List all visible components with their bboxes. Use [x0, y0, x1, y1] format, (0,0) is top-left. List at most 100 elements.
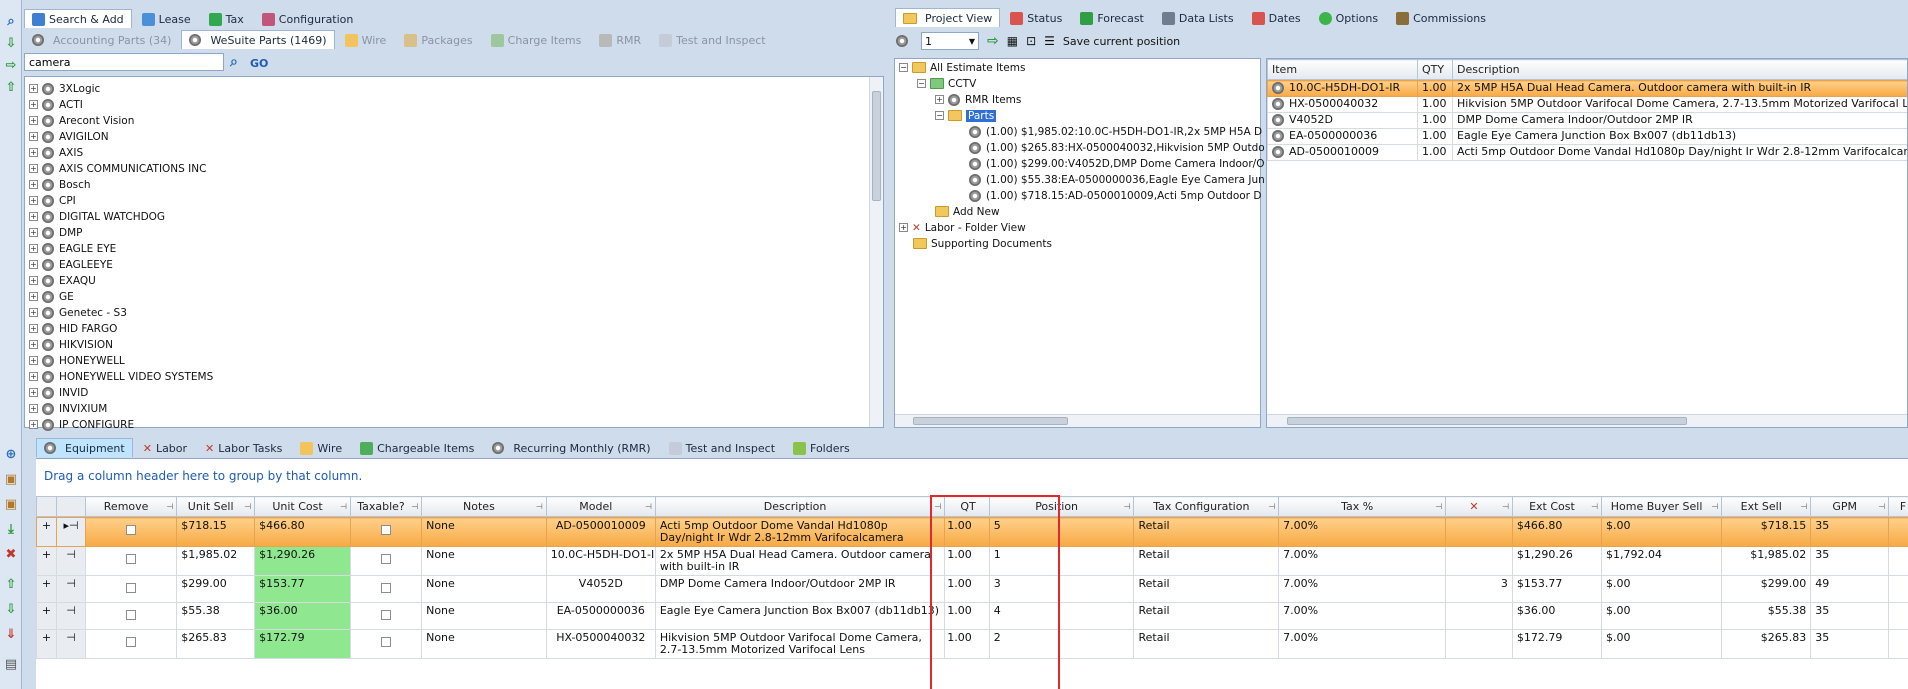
- expand-icon[interactable]: +: [29, 132, 38, 141]
- expand-icon[interactable]: +: [29, 340, 38, 349]
- pin-icon[interactable]: ⊣: [1878, 502, 1885, 511]
- col-tax-percent[interactable]: Tax % ⊣: [1278, 496, 1447, 517]
- taxable-checkbox[interactable]: [380, 554, 391, 564]
- tab-configuration[interactable]: Configuration: [254, 9, 362, 28]
- col-gpm[interactable]: GPM ⊣: [1810, 496, 1890, 517]
- tree-node-add-new[interactable]: Add New: [935, 205, 1000, 218]
- row-pin-icon[interactable]: ⊣: [56, 546, 86, 576]
- tab-test-inspect-bottom[interactable]: Test and Inspect: [661, 438, 783, 457]
- arrow-right-icon[interactable]: ⇨: [2, 56, 20, 74]
- search-icon[interactable]: ⌕: [230, 54, 238, 70]
- expand-icon[interactable]: +: [29, 180, 38, 189]
- go-arrow-icon[interactable]: ⇨: [987, 33, 999, 49]
- tab-chargeable-items[interactable]: Chargeable Items: [352, 438, 482, 457]
- tree-part-item[interactable]: (1.00) $55.38:EA-0500000036,Eagle Eye Ca…: [969, 173, 1265, 186]
- search-icon[interactable]: ⌕: [2, 12, 20, 30]
- grid-view-icon[interactable]: ▦: [1007, 34, 1018, 48]
- col-remove[interactable]: Remove ⊣: [84, 496, 178, 517]
- manufacturer-item[interactable]: + CPI: [29, 194, 76, 207]
- pin-icon[interactable]: ⊣: [1591, 502, 1598, 511]
- parts-search-input[interactable]: [24, 53, 224, 71]
- move-up-icon[interactable]: ⇧: [2, 575, 20, 593]
- pin-icon[interactable]: ⊣: [1800, 502, 1807, 511]
- go-button[interactable]: GO: [250, 57, 268, 70]
- expand-icon[interactable]: +: [29, 324, 38, 333]
- tab-wesuite-parts[interactable]: WeSuite Parts (1469): [181, 30, 335, 49]
- manufacturer-item[interactable]: + Bosch: [29, 178, 91, 191]
- item-row[interactable]: HX-0500040032 1.00 Hikvision 5MP Outdoor V…: [1267, 96, 1907, 113]
- tab-forecast[interactable]: Forecast: [1072, 8, 1152, 27]
- manufacturer-item[interactable]: + HID FARGO: [29, 322, 117, 335]
- expand-icon[interactable]: +: [29, 404, 38, 413]
- tab-accounting-parts[interactable]: Accounting Parts (34): [24, 30, 179, 49]
- tab-commissions[interactable]: Commissions: [1388, 8, 1494, 27]
- col-qty[interactable]: QTY: [1417, 59, 1453, 80]
- taxable-checkbox[interactable]: [380, 525, 391, 535]
- taxable-checkbox[interactable]: [380, 637, 391, 647]
- tab-lease[interactable]: Lease: [134, 9, 199, 28]
- tab-charge-items[interactable]: Charge Items: [483, 30, 590, 49]
- row-pin-icon[interactable]: ⊣: [56, 629, 86, 659]
- manufacturer-item[interactable]: + IP CONFIGURE: [29, 418, 134, 431]
- expand-icon[interactable]: +: [29, 356, 38, 365]
- col-notes[interactable]: Notes ⊣: [421, 496, 547, 517]
- item-row[interactable]: 10.0C-H5DH-DO1-IR 1.00 2x 5MP H5A Dual Hea…: [1267, 80, 1907, 97]
- tab-data-lists[interactable]: Data Lists: [1154, 8, 1242, 27]
- col-taxable[interactable]: Taxable? ⊣: [349, 496, 423, 517]
- tab-status[interactable]: Status: [1002, 8, 1070, 27]
- manufacturer-item[interactable]: + EAGLE EYE: [29, 242, 116, 255]
- expand-row-icon[interactable]: +: [36, 629, 58, 659]
- expand-icon[interactable]: +: [29, 148, 38, 157]
- tree-node-labor[interactable]: + ✕ Labor - Folder View: [899, 221, 1026, 234]
- expand-icon[interactable]: +: [29, 388, 38, 397]
- expand-icon[interactable]: +: [29, 116, 38, 125]
- level-select[interactable]: 1 ▼: [921, 32, 979, 50]
- tree-part-item[interactable]: (1.00) $1,985.02:10.0C-H5DH-DO1-IR,2x 5M…: [969, 125, 1262, 138]
- folder-edit-icon[interactable]: ▣: [2, 495, 20, 513]
- tab-dates[interactable]: Dates: [1244, 8, 1309, 27]
- expand-icon[interactable]: +: [29, 308, 38, 317]
- manufacturer-item[interactable]: + DMP: [29, 226, 82, 239]
- pin-icon[interactable]: ⊣: [1268, 502, 1275, 511]
- tree-node-cctv[interactable]: − CCTV: [917, 77, 976, 90]
- tree-part-item[interactable]: (1.00) $299.00:V4052D,DMP Dome Camera In…: [969, 157, 1264, 170]
- remove-checkbox[interactable]: [126, 554, 137, 564]
- expand-icon[interactable]: +: [29, 276, 38, 285]
- col-description[interactable]: Description ⊣: [654, 496, 946, 517]
- download-icon[interactable]: ⤓: [2, 520, 20, 538]
- remove-checkbox[interactable]: [126, 525, 137, 535]
- manufacturer-item[interactable]: + HONEYWELL VIDEO SYSTEMS: [29, 370, 213, 383]
- manufacturer-item[interactable]: +3XLogic: [29, 82, 100, 95]
- manufacturer-item[interactable]: + GE: [29, 290, 74, 303]
- col-ext-cost[interactable]: Ext Cost ⊣: [1511, 496, 1602, 517]
- pin-icon[interactable]: ⊣: [411, 502, 418, 511]
- tab-equipment[interactable]: Equipment: [36, 438, 133, 457]
- delete-icon[interactable]: ✖: [2, 545, 20, 563]
- pin-icon[interactable]: ⊣: [1124, 502, 1131, 511]
- manufacturer-item[interactable]: + ACTI: [29, 98, 83, 111]
- expand-icon[interactable]: +: [29, 84, 38, 93]
- remove-checkbox[interactable]: [126, 610, 137, 620]
- manufacturer-item[interactable]: + AXIS COMMUNICATIONS INC: [29, 162, 206, 175]
- report-icon[interactable]: ▤: [2, 655, 20, 673]
- expand-icon[interactable]: +: [29, 244, 38, 253]
- remove-checkbox[interactable]: [126, 583, 137, 593]
- pin-icon[interactable]: ⊣: [340, 502, 347, 511]
- tab-labor[interactable]: ✕ Labor: [135, 438, 195, 457]
- save-position-button[interactable]: Save current position: [1063, 35, 1180, 48]
- tab-search-add[interactable]: Search & Add: [24, 9, 132, 28]
- tab-wire[interactable]: Wire: [337, 30, 395, 49]
- pin-icon[interactable]: ⊣: [1502, 502, 1509, 511]
- col-tax-configuration[interactable]: Tax Configuration ⊣: [1133, 496, 1280, 517]
- col-ext-sell[interactable]: Ext Sell ⊣: [1721, 496, 1812, 517]
- tab-packages[interactable]: Packages: [396, 30, 480, 49]
- settings-gear-icon[interactable]: [896, 35, 908, 47]
- manufacturer-item[interactable]: + INVID: [29, 386, 88, 399]
- taxable-checkbox[interactable]: [380, 583, 391, 593]
- tree-node-all-items[interactable]: − All Estimate Items: [899, 61, 1025, 74]
- manufacturer-item[interactable]: + AVIGILON: [29, 130, 109, 143]
- col-item[interactable]: Item: [1267, 59, 1418, 80]
- pin-icon[interactable]: ⊣: [1711, 502, 1718, 511]
- expand-icon[interactable]: +: [29, 100, 38, 109]
- manufacturer-item[interactable]: + EXAQU: [29, 274, 96, 287]
